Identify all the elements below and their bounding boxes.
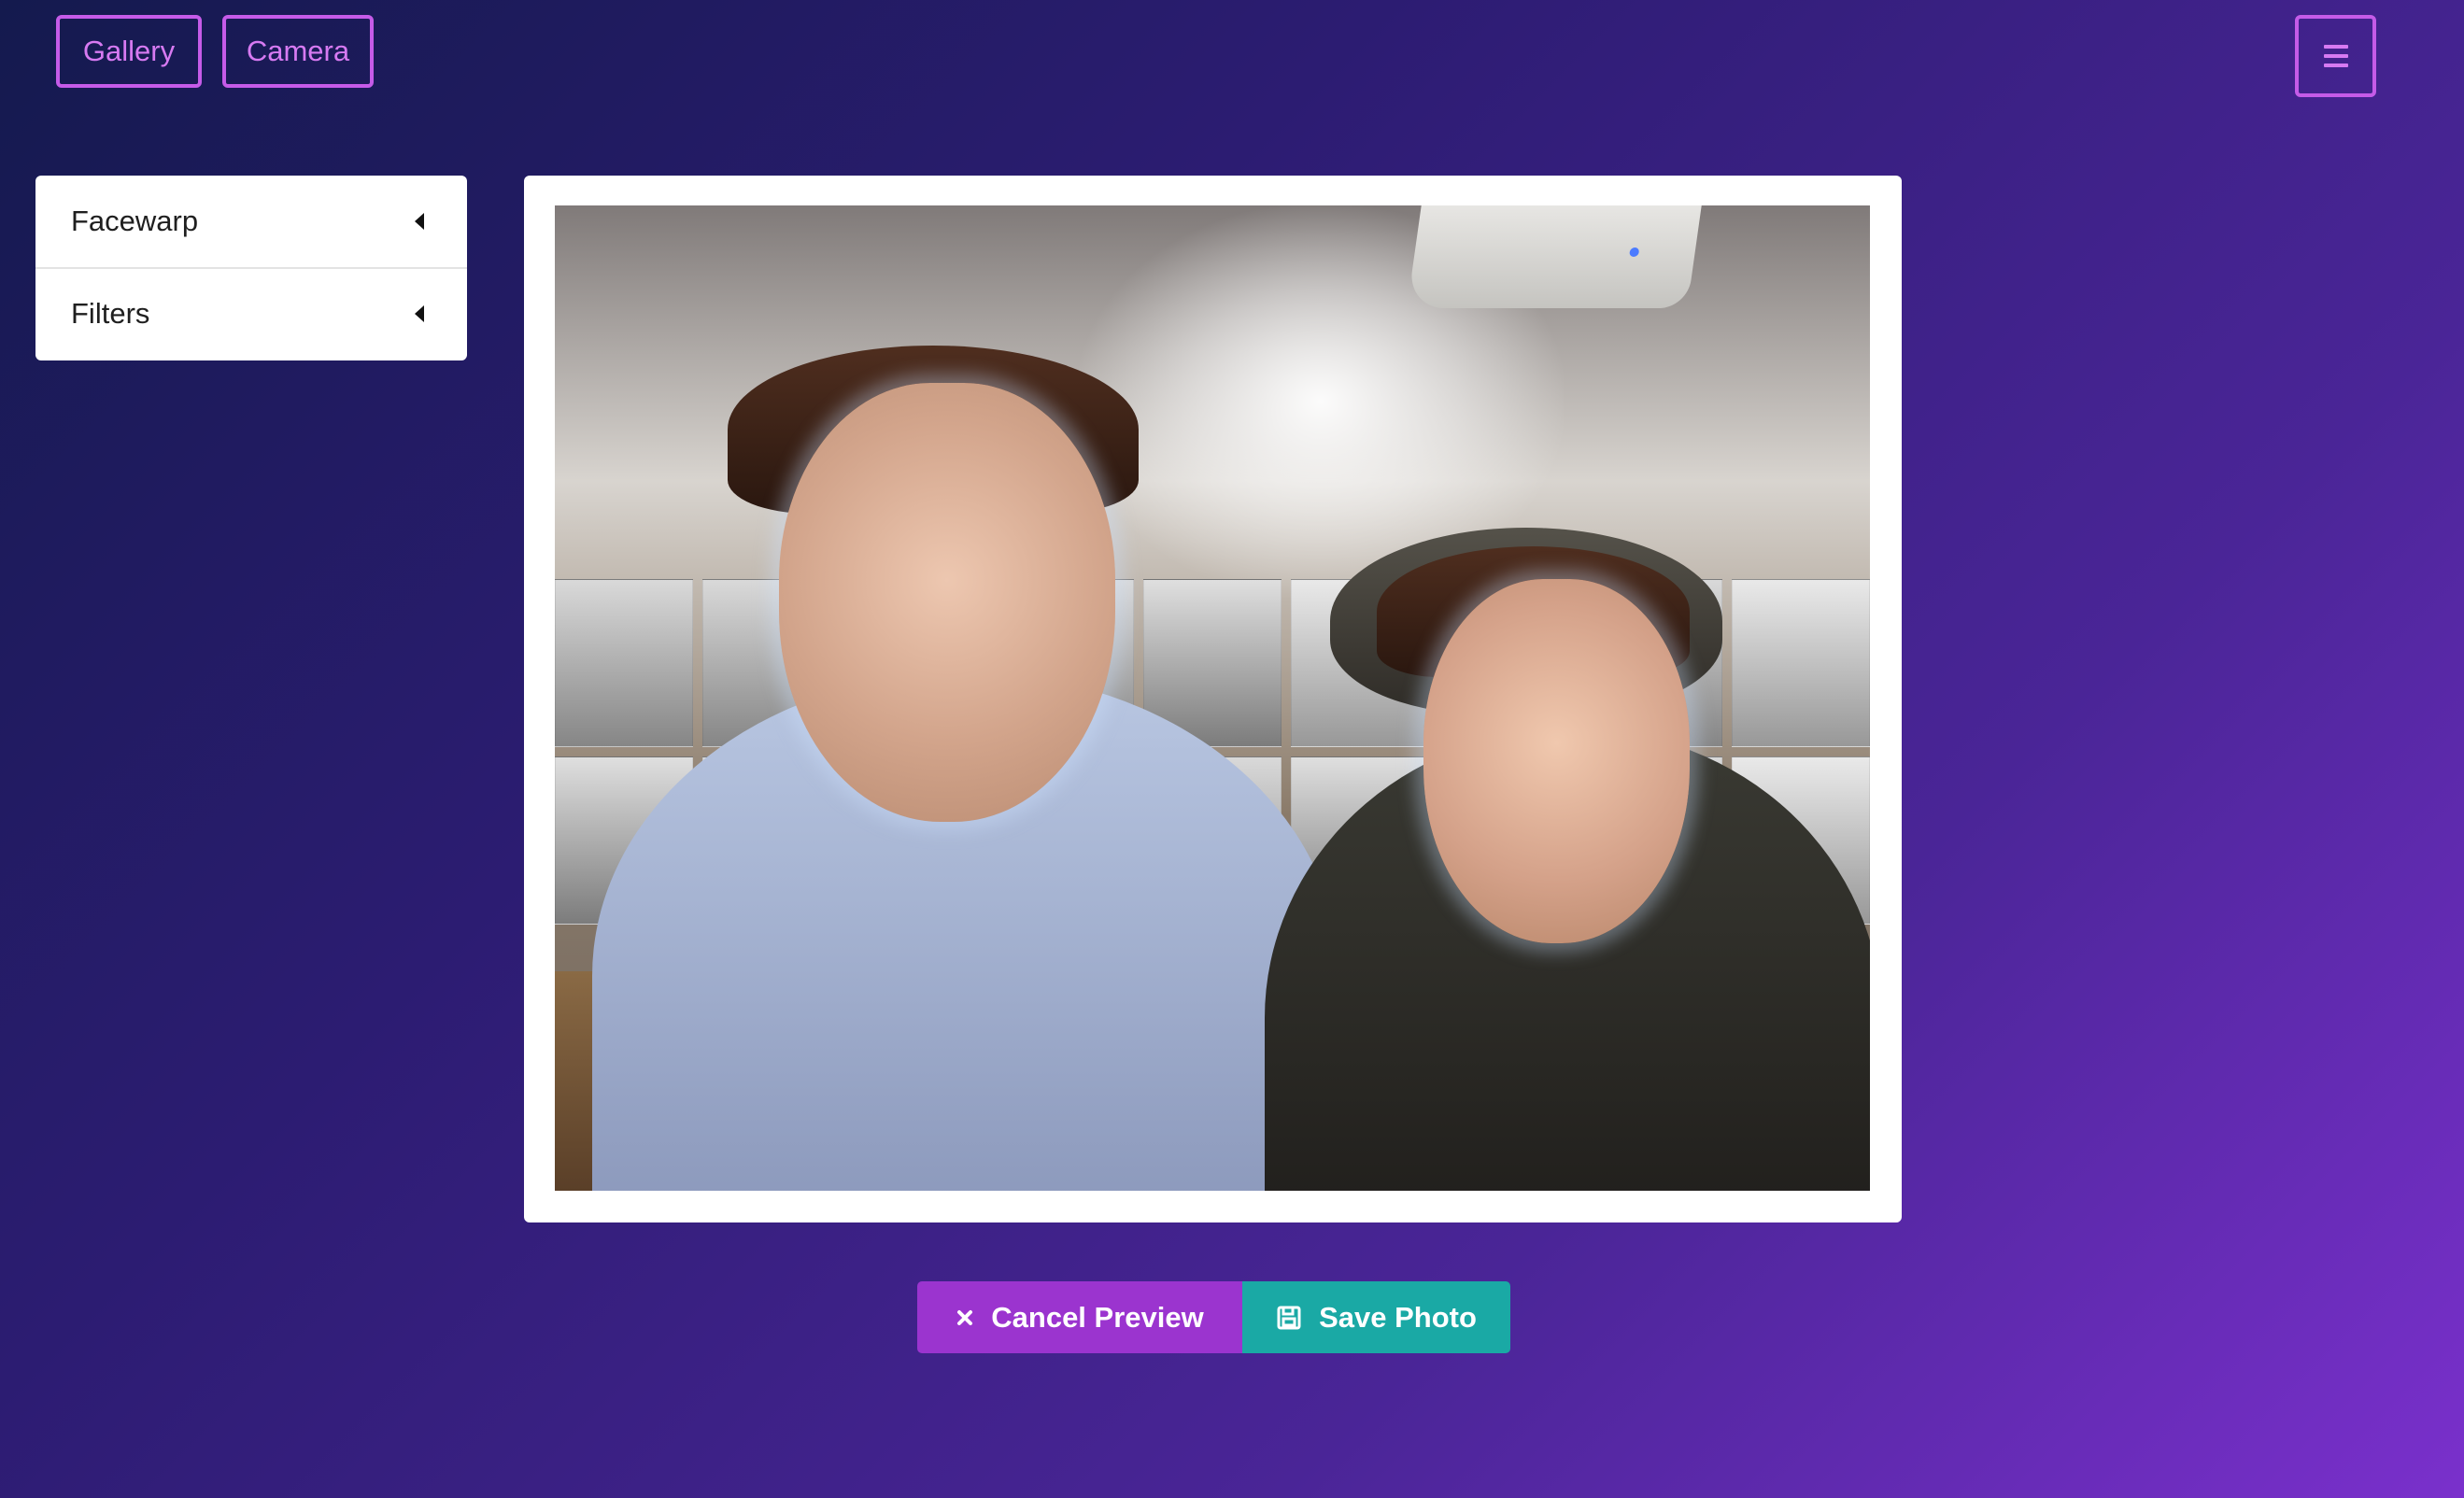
save-photo-label: Save Photo	[1319, 1300, 1477, 1334]
caret-left-icon	[415, 213, 424, 230]
camera-button-label: Camera	[246, 35, 350, 67]
cancel-preview-label: Cancel Preview	[991, 1300, 1204, 1334]
right-face-swap	[1423, 579, 1690, 943]
left-face-swap	[779, 383, 1115, 822]
photo-preview-frame	[524, 176, 1902, 1222]
save-photo-button[interactable]: Save Photo	[1242, 1281, 1510, 1353]
hamburger-icon	[2323, 45, 2348, 49]
sidebar-item-label: Filters	[71, 297, 150, 330]
hamburger-icon-line-2	[2323, 54, 2348, 58]
hamburger-icon-line-3	[2323, 64, 2348, 67]
camera-button[interactable]: Camera	[222, 15, 374, 88]
projector	[1407, 205, 1702, 308]
close-icon	[956, 1308, 974, 1327]
menu-button[interactable]	[2295, 15, 2376, 97]
wall-photo	[555, 579, 693, 747]
gallery-button[interactable]: Gallery	[56, 15, 202, 88]
wall-photo	[1732, 579, 1870, 747]
sidebar-panel: Facewarp Filters	[35, 176, 467, 360]
preview-actions: Cancel Preview Save Photo	[917, 1281, 1510, 1353]
save-icon	[1276, 1305, 1302, 1331]
cancel-preview-button[interactable]: Cancel Preview	[917, 1281, 1242, 1353]
caret-left-icon	[415, 305, 424, 322]
gallery-button-label: Gallery	[82, 35, 176, 67]
sidebar-item-facewarp[interactable]: Facewarp	[35, 176, 467, 267]
sidebar-item-filters[interactable]: Filters	[35, 267, 467, 359]
photo-preview	[555, 205, 1870, 1191]
sidebar-item-label: Facewarp	[71, 205, 199, 237]
